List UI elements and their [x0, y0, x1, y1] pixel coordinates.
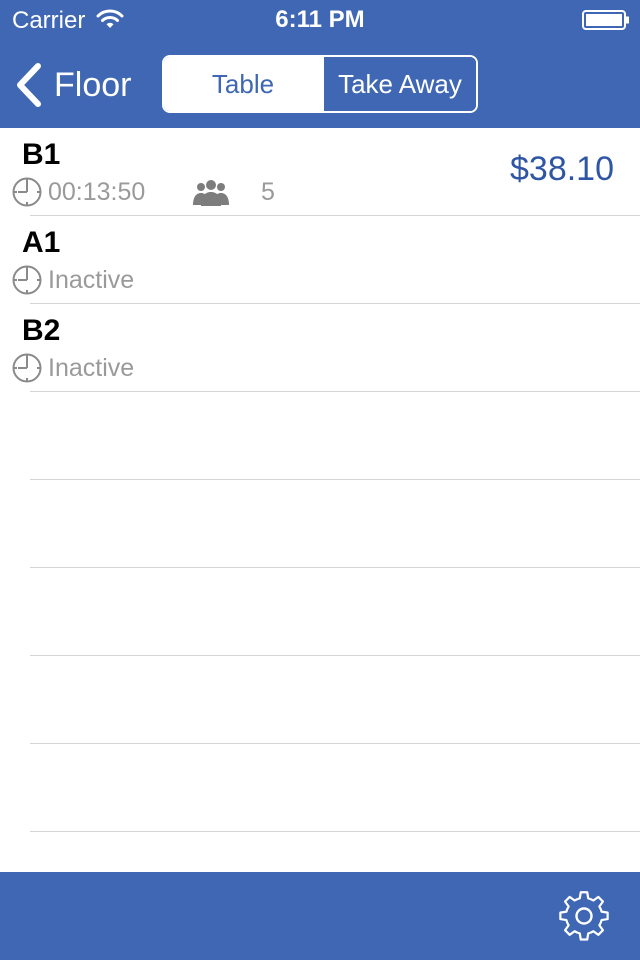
table-status: Inactive — [48, 266, 135, 294]
table-name: B1 — [22, 138, 61, 171]
elapsed-time: 00:13:50 — [48, 178, 146, 206]
guest-count: 5 — [261, 178, 275, 206]
battery-icon — [582, 10, 629, 30]
gear-icon[interactable] — [558, 890, 610, 942]
empty-list-row — [0, 480, 640, 568]
table-row[interactable]: A1 Inactive — [0, 216, 640, 304]
clock-icon — [12, 353, 42, 383]
row-separator — [30, 831, 640, 832]
table-name: B2 — [22, 314, 61, 347]
clock-time: 6:11 PM — [275, 6, 365, 33]
tables-list: B1 00:13:50 5 $38.10 A1 Inactive B2 Inac… — [0, 128, 640, 872]
back-button[interactable]: Floor — [14, 60, 131, 110]
clock-icon — [12, 265, 42, 295]
table-amount: $38.10 — [510, 150, 614, 188]
segment-table[interactable]: Table — [164, 57, 322, 111]
segmented-control: Table Take Away — [162, 55, 478, 113]
guests-icon — [193, 180, 229, 206]
table-row[interactable]: B1 00:13:50 5 $38.10 — [0, 128, 640, 216]
segment-take-away[interactable]: Take Away — [322, 57, 476, 111]
chevron-left-icon — [17, 63, 41, 107]
empty-list-row — [0, 744, 640, 832]
status-bar: Carrier 6:11 PM — [0, 0, 640, 40]
navigation-header: Carrier 6:11 PM Floor Table Take Away — [0, 0, 640, 128]
table-row[interactable]: B2 Inactive — [0, 304, 640, 392]
clock-icon — [12, 177, 42, 207]
empty-list-row — [0, 392, 640, 480]
bottom-toolbar — [0, 872, 640, 960]
back-label: Floor — [54, 65, 132, 104]
table-status: Inactive — [48, 354, 135, 382]
empty-list-row — [0, 656, 640, 744]
table-name: A1 — [22, 226, 61, 259]
empty-list-row — [0, 568, 640, 656]
